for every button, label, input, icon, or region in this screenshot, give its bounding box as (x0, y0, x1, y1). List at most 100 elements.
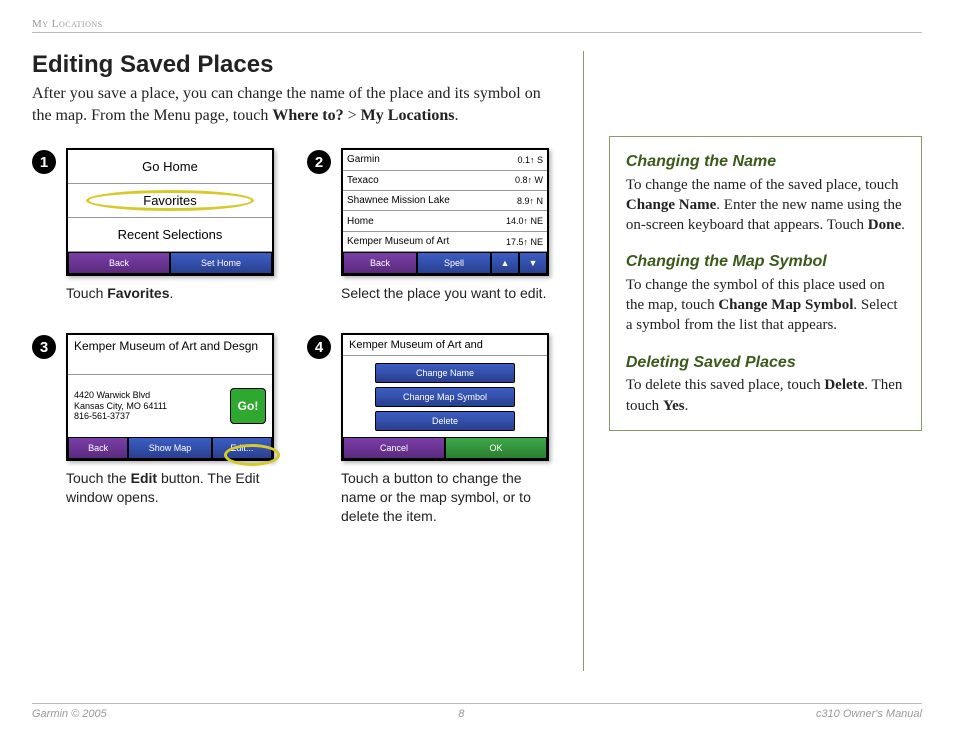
header-rule (32, 32, 922, 33)
left-column: Editing Saved Places After you save a pl… (32, 51, 584, 671)
sb-text: . (685, 398, 689, 414)
place-title: Kemper Museum of Art and Desgn (68, 335, 272, 375)
step-2-nav: Back Spell ▲ ▼ (343, 252, 547, 274)
footer-right: c310 Owner's Manual (816, 708, 922, 720)
cap-text: Touch (66, 285, 107, 301)
item-name: Home (347, 216, 374, 227)
svg-text:1: 1 (40, 154, 48, 171)
cap-text-end: . (170, 285, 174, 301)
step-1: 1 Go Home Favorites Recent Selections Ba… (32, 148, 282, 303)
sidebar-heading-delete: Deleting Saved Places (626, 352, 905, 374)
step-4-screen: Kemper Museum of Art and Change Name Cha… (341, 333, 549, 461)
step-1-nav: Back Set Home (68, 252, 272, 274)
item-dist: 17.5↑ NE (506, 237, 543, 247)
spell-button[interactable]: Spell (417, 252, 491, 274)
cap-bold: Edit (131, 470, 157, 486)
step-3: 3 Kemper Museum of Art and Desgn 4420 Wa… (32, 333, 282, 526)
back-button[interactable]: Back (68, 437, 128, 459)
scroll-down-button[interactable]: ▼ (519, 252, 547, 274)
favorites-list: Garmin0.1↑ S Texaco 0.8↑ W Shawnee Missio… (343, 150, 547, 252)
intro-end: . (454, 107, 458, 124)
step-3-icon: 3 (32, 335, 56, 359)
edit-body: Change Name Change Map Symbol Delete (343, 356, 547, 437)
addr-line: 4420 Warwick Blvd (74, 390, 224, 401)
menu-go-home[interactable]: Go Home (68, 150, 272, 184)
page-footer: Garmin © 2005 8 c310 Owner's Manual (32, 703, 922, 720)
step-1-caption: Touch Favorites. (66, 284, 282, 303)
list-item[interactable]: Shawnee Mission Lake 8.9↑ N (343, 191, 547, 211)
step-4-nav: Cancel OK (343, 437, 547, 459)
sidebar-heading-symbol: Changing the Map Symbol (626, 251, 905, 273)
svg-text:4: 4 (315, 339, 324, 356)
intro-bold-mylocations: My Locations (361, 107, 455, 124)
sb-bold: Change Map Symbol (718, 297, 853, 313)
sidebar-para-symbol: To change the symbol of this place used … (626, 275, 905, 336)
sb-bold: Done (868, 217, 901, 233)
show-map-button[interactable]: Show Map (128, 437, 212, 459)
item-name: Shawnee Mission Lake (347, 195, 450, 206)
right-column: Changing the Name To change the name of … (584, 51, 922, 671)
sidebar-box: Changing the Name To change the name of … (609, 136, 922, 431)
section-header: My Locations (32, 18, 922, 30)
cancel-button[interactable]: Cancel (343, 437, 445, 459)
sb-bold: Yes (663, 398, 685, 414)
addr-line: Kansas City, MO 64111 (74, 401, 224, 412)
sb-text: To change the name of the saved place, t… (626, 177, 899, 193)
change-name-button[interactable]: Change Name (375, 363, 515, 383)
highlight-ring (224, 444, 280, 466)
sidebar-heading-name: Changing the Name (626, 151, 905, 173)
place-address: 4420 Warwick Blvd Kansas City, MO 64111 … (74, 390, 224, 422)
sb-bold: Delete (824, 377, 864, 393)
scroll-up-button[interactable]: ▲ (491, 252, 519, 274)
intro-sep: > (344, 107, 361, 124)
page-title: Editing Saved Places (32, 51, 558, 79)
list-item[interactable]: Kemper Museum of Art 17.5↑ NE (343, 232, 547, 252)
footer-left: Garmin © 2005 (32, 708, 107, 720)
item-name: Texaco (347, 175, 379, 186)
intro-paragraph: After you save a place, you can change t… (32, 83, 558, 126)
list-item[interactable]: Garmin0.1↑ S (343, 150, 547, 170)
step-1-screen: Go Home Favorites Recent Selections Back… (66, 148, 274, 276)
sb-text: . (901, 217, 905, 233)
back-button[interactable]: Back (343, 252, 417, 274)
item-name: Kemper Museum of Art (347, 236, 449, 247)
cap-bold: Favorites (107, 285, 169, 301)
menu-recent-selections[interactable]: Recent Selections (68, 218, 272, 252)
step-4-icon: 4 (307, 335, 331, 359)
list-item[interactable]: Home 14.0↑ NE (343, 211, 547, 231)
addr-line: 816-561-3737 (74, 411, 224, 422)
delete-button[interactable]: Delete (375, 411, 515, 431)
go-button[interactable]: Go! (230, 388, 266, 424)
ok-button[interactable]: OK (445, 437, 547, 459)
content-area: Editing Saved Places After you save a pl… (32, 51, 922, 671)
item-dist: 14.0↑ NE (506, 216, 543, 226)
set-home-button[interactable]: Set Home (170, 252, 272, 274)
intro-bold-where: Where to? (272, 107, 343, 124)
sb-bold: Change Name (626, 197, 716, 213)
sidebar-para-name: To change the name of the saved place, t… (626, 175, 905, 236)
step-4-caption: Touch a button to change the name or the… (341, 469, 557, 526)
sb-text: To delete this saved place, touch (626, 377, 824, 393)
footer-page-number: 8 (458, 708, 464, 720)
back-button[interactable]: Back (68, 252, 170, 274)
step-1-icon: 1 (32, 150, 56, 174)
step-4: 4 Kemper Museum of Art and Change Name C… (307, 333, 557, 526)
step-2-caption: Select the place you want to edit. (341, 284, 557, 303)
svg-text:3: 3 (40, 339, 48, 356)
step-2-icon: 2 (307, 150, 331, 174)
item-dist: 8.9↑ N (517, 196, 543, 206)
item-dist: 0.8↑ W (515, 175, 543, 185)
highlight-ring (86, 190, 254, 211)
item-dist: 0.1↑ S (517, 155, 543, 165)
place-body: 4420 Warwick Blvd Kansas City, MO 64111 … (68, 375, 272, 437)
steps-grid: 1 Go Home Favorites Recent Selections Ba… (32, 148, 558, 526)
menu-favorites[interactable]: Favorites (68, 184, 272, 218)
change-map-symbol-button[interactable]: Change Map Symbol (375, 387, 515, 407)
svg-text:2: 2 (315, 154, 323, 171)
sidebar-para-delete: To delete this saved place, touch Delete… (626, 375, 905, 416)
cap-text: Touch the (66, 470, 131, 486)
edit-title: Kemper Museum of Art and (343, 335, 547, 356)
list-item[interactable]: Texaco 0.8↑ W (343, 171, 547, 191)
step-3-caption: Touch the Edit button. The Edit window o… (66, 469, 282, 507)
step-3-screen: Kemper Museum of Art and Desgn 4420 Warw… (66, 333, 274, 461)
